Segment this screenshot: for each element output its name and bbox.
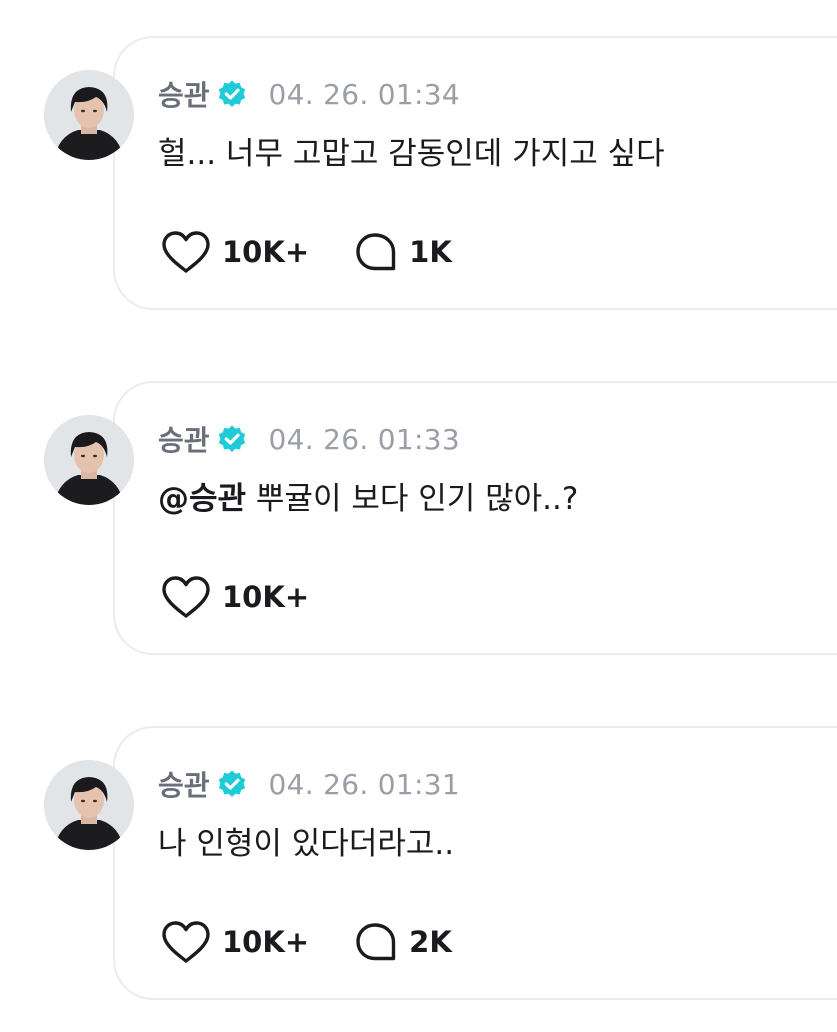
reply-count: 2K (409, 925, 452, 959)
comment-body: 나 인형이 있다더라고.. (158, 826, 455, 862)
author-name[interactable]: 승관 (158, 419, 210, 459)
comment-actions: 10K+ 2K (160, 918, 452, 966)
verified-badge-icon (217, 424, 247, 454)
comment-header: 승관 04. 26. 01:34 (158, 74, 460, 114)
avatar[interactable] (44, 70, 134, 160)
reply-button[interactable]: 1K (353, 230, 452, 274)
comment-actions: 10K+ 1K (160, 228, 452, 276)
mention-link[interactable]: @승관 (158, 481, 246, 517)
author-name[interactable]: 승관 (158, 764, 210, 804)
comment-item[interactable]: 승관 04. 26. 01:31 나 인형이 있다더라고.. 10K+ 2K (0, 726, 837, 1002)
comment-header: 승관 04. 26. 01:31 (158, 764, 460, 804)
comment-text: 헐... 너무 고맙고 감동인데 가지고 싶다 (158, 128, 665, 173)
like-count: 10K+ (222, 925, 310, 959)
like-count: 10K+ (222, 580, 310, 614)
comment-body: 헐... 너무 고맙고 감동인데 가지고 싶다 (158, 136, 665, 172)
like-button[interactable]: 10K+ (160, 919, 309, 965)
comment-bubble-icon (356, 923, 396, 961)
comment-text: 나 인형이 있다더라고.. (158, 818, 454, 863)
comment-feed: 승관 04. 26. 01:34 헐... 너무 고맙고 감동인데 가지고 싶다… (0, 0, 837, 1032)
timestamp: 04. 26. 01:31 (268, 767, 460, 801)
comment-bubble-icon (356, 233, 396, 271)
verified-badge-icon (217, 79, 247, 109)
avatar[interactable] (44, 415, 134, 505)
comment-header: 승관 04. 26. 01:33 (158, 419, 460, 459)
avatar[interactable] (44, 760, 134, 850)
heart-icon (162, 921, 210, 963)
timestamp: 04. 26. 01:33 (268, 422, 460, 456)
like-count: 10K+ (222, 235, 310, 269)
like-button[interactable]: 10K+ (160, 229, 309, 275)
author-name[interactable]: 승관 (158, 74, 210, 114)
comment-text: @승관 뿌귤이 보다 인기 많아..? (158, 473, 578, 518)
comment-item[interactable]: 승관 04. 26. 01:34 헐... 너무 고맙고 감동인데 가지고 싶다… (0, 36, 837, 312)
comment-actions: 10K+ (160, 573, 309, 621)
like-button[interactable]: 10K+ (160, 574, 309, 620)
comment-item[interactable]: 승관 04. 26. 01:33 @승관 뿌귤이 보다 인기 많아..? 10K… (0, 381, 837, 657)
comment-body: 뿌귤이 보다 인기 많아..? (246, 481, 579, 517)
timestamp: 04. 26. 01:34 (268, 77, 460, 111)
heart-icon (162, 576, 210, 618)
heart-icon (162, 231, 210, 273)
reply-button[interactable]: 2K (353, 920, 452, 964)
verified-badge-icon (217, 769, 247, 799)
reply-count: 1K (409, 235, 452, 269)
